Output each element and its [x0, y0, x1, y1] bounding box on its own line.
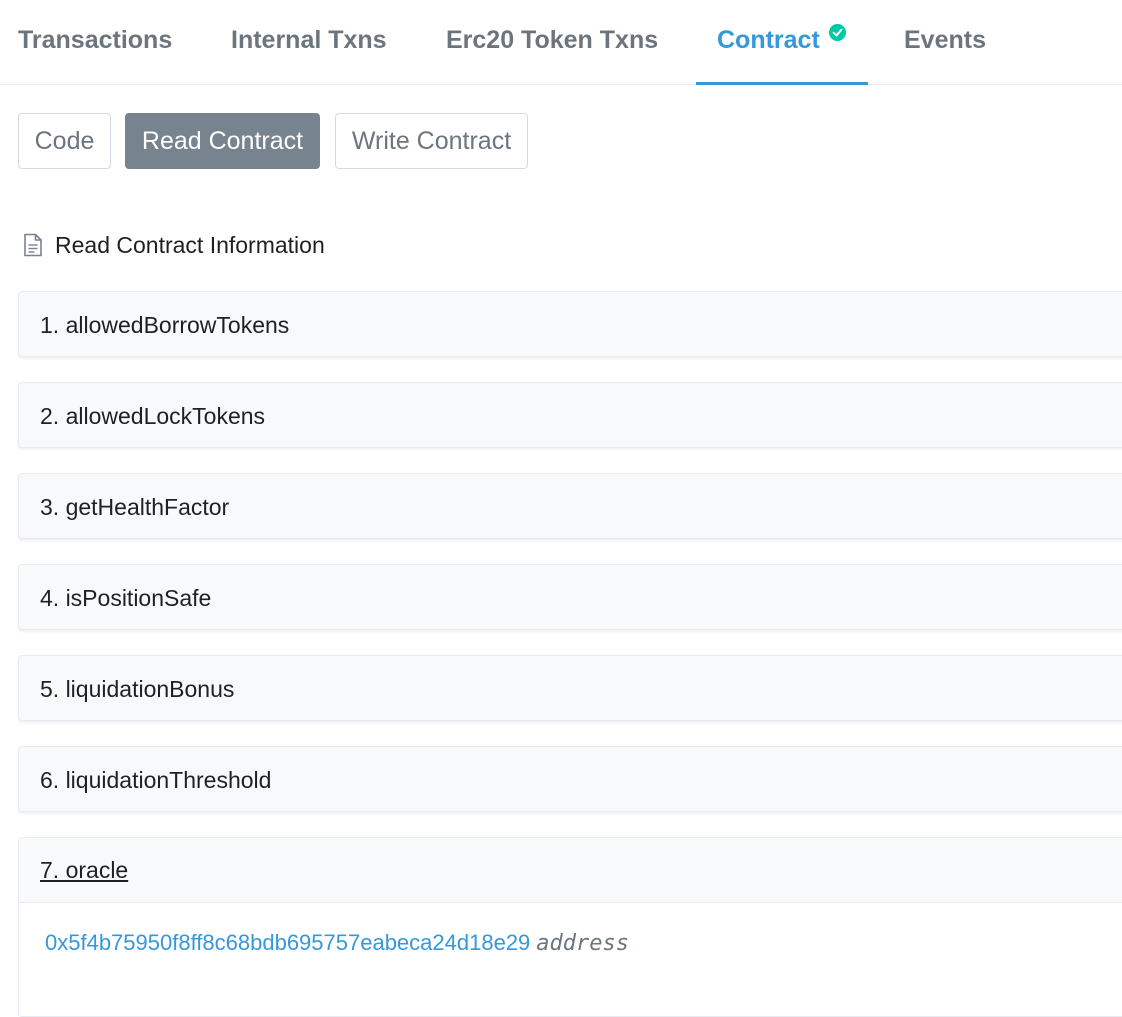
tab-events[interactable]: Events — [904, 0, 986, 85]
function-header-oracle[interactable]: 7. oracle — [19, 838, 1122, 903]
verified-check-icon — [829, 24, 846, 41]
function-label: 3. getHealthFactor — [40, 494, 230, 520]
function-label: 5. liquidationBonus — [40, 676, 235, 702]
function-result: 0x5f4b75950f8ff8c68bdb695757eabeca24d18e… — [45, 930, 629, 956]
tab-erc20-token-txns[interactable]: Erc20 Token Txns — [446, 0, 658, 85]
function-panel-oracle: 7. oracle 0x5f4b75950f8ff8c68bdb695757ea… — [18, 837, 1122, 1017]
function-panel-allowedLockTokens[interactable]: 2. allowedLockTokens — [18, 382, 1122, 448]
result-address-link[interactable]: 0x5f4b75950f8ff8c68bdb695757eabeca24d18e… — [45, 930, 530, 955]
function-panel-allowedBorrowTokens[interactable]: 1. allowedBorrowTokens — [18, 291, 1122, 357]
function-label: 1. allowedBorrowTokens — [40, 312, 290, 338]
function-panel-liquidationBonus[interactable]: 5. liquidationBonus — [18, 655, 1122, 721]
result-type: address — [536, 931, 630, 956]
function-label: 7. oracle — [40, 857, 129, 883]
read-contract-button[interactable]: Read Contract — [125, 113, 320, 169]
function-label: 4. isPositionSafe — [40, 585, 212, 611]
code-button[interactable]: Code — [18, 113, 111, 169]
function-panel-getHealthFactor[interactable]: 3. getHealthFactor — [18, 473, 1122, 539]
tab-internal-txns[interactable]: Internal Txns — [231, 0, 387, 85]
function-label: 2. allowedLockTokens — [40, 403, 266, 429]
read-contract-heading: Read Contract Information — [23, 230, 325, 260]
function-panel-isPositionSafe[interactable]: 4. isPositionSafe — [18, 564, 1122, 630]
tab-transactions[interactable]: Transactions — [18, 0, 172, 85]
section-title: Read Contract Information — [55, 231, 325, 258]
write-contract-button[interactable]: Write Contract — [335, 113, 528, 169]
contract-tabs: Transactions Internal Txns Erc20 Token T… — [0, 0, 1122, 85]
tab-contract[interactable]: Contract — [717, 0, 820, 85]
function-panel-liquidationThreshold[interactable]: 6. liquidationThreshold — [18, 746, 1122, 812]
active-tab-indicator — [696, 82, 868, 85]
function-label: 6. liquidationThreshold — [40, 767, 272, 793]
document-icon — [24, 233, 42, 257]
